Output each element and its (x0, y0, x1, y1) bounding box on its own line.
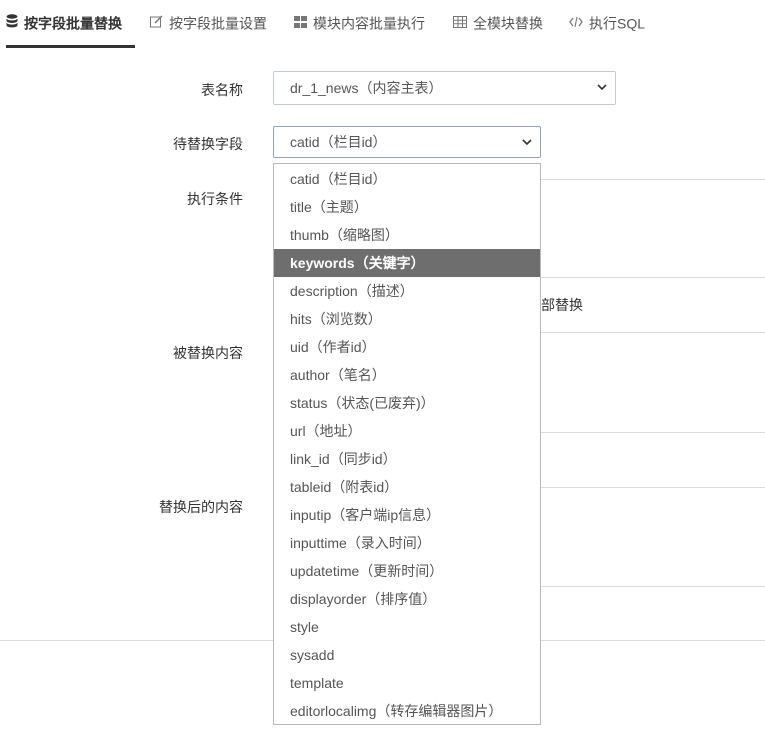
tab-module-batch[interactable]: 模块内容批量执行 (294, 0, 425, 46)
tab-exec-sql[interactable]: 执行SQL (569, 0, 645, 46)
dropdown-option[interactable]: template (274, 669, 540, 697)
dropdown-option[interactable]: inputip（客户端ip信息） (274, 501, 540, 529)
field-value: catid（栏目id） (290, 134, 387, 150)
replaced-input-top-border (540, 332, 765, 333)
tab-bar: 按字段批量替换 按字段批量设置 模块内容批量执行 全模块替换 执行SQL (0, 0, 765, 48)
dropdown-option[interactable]: sysadd (274, 641, 540, 669)
tab-label: 按字段批量替换 (24, 15, 122, 32)
tab-label: 执行SQL (589, 15, 646, 32)
dropdown-option[interactable]: keywords（关键字） (274, 249, 540, 277)
table-icon (453, 1, 467, 45)
dropdown-option[interactable]: thumb（缩略图） (274, 221, 540, 249)
tab-field-set[interactable]: 按字段批量设置 (150, 0, 267, 46)
database-icon (6, 1, 18, 45)
chevron-down-icon (522, 139, 532, 146)
field-dropdown-list: catid（栏目id） title（主题） thumb（缩略图） keywords（关… (273, 163, 541, 725)
dropdown-option[interactable]: author（笔名） (274, 361, 540, 389)
tab-label: 全模块替换 (473, 15, 543, 32)
dropdown-option[interactable]: tableid（附表id） (274, 473, 540, 501)
dropdown-option[interactable]: catid（栏目id） (274, 165, 540, 193)
dropdown-option[interactable]: editorlocalimg（转存编辑器图片） (274, 697, 540, 725)
chevron-down-icon (597, 84, 607, 91)
tab-all-module-replace[interactable]: 全模块替换 (453, 0, 543, 46)
replaced-content-label: 被替换内容 (173, 345, 243, 361)
grid-icon (294, 1, 307, 45)
condition-input-top-border (540, 179, 765, 180)
divider (540, 432, 765, 433)
condition-label: 执行条件 (187, 191, 243, 207)
table-name-label: 表名称 (201, 82, 243, 98)
replace-all-option[interactable]: 部替换 (541, 295, 583, 315)
tab-label: 模块内容批量执行 (313, 15, 425, 32)
dropdown-option[interactable]: description（描述） (274, 277, 540, 305)
dropdown-option[interactable]: link_id（同步id） (274, 445, 540, 473)
dropdown-option[interactable]: displayorder（排序值） (274, 585, 540, 613)
after-input-top-border (540, 487, 765, 488)
after-content-label: 替换后的内容 (159, 499, 243, 515)
tab-label: 按字段批量设置 (169, 15, 267, 32)
edit-icon (150, 1, 163, 45)
dropdown-option[interactable]: title（主题） (274, 193, 540, 221)
dropdown-option[interactable]: hits（浏览数） (274, 305, 540, 333)
field-label: 待替换字段 (173, 136, 243, 152)
table-name-value: dr_1_news（内容主表） (290, 80, 443, 96)
dropdown-option[interactable]: inputtime（录入时间） (274, 529, 540, 557)
divider (540, 277, 765, 278)
table-name-select[interactable]: dr_1_news（内容主表） (273, 71, 616, 105)
divider (540, 586, 765, 587)
tab-field-replace[interactable]: 按字段批量替换 (6, 0, 135, 48)
dropdown-option[interactable]: updatetime（更新时间） (274, 557, 540, 585)
dropdown-option[interactable]: status（状态(已废弃)） (274, 389, 540, 417)
dropdown-option[interactable]: uid（作者id） (274, 333, 540, 361)
dropdown-option[interactable]: url（地址） (274, 417, 540, 445)
code-icon (569, 1, 583, 45)
field-select[interactable]: catid（栏目id） (273, 126, 541, 158)
dropdown-option[interactable]: style (274, 613, 540, 641)
